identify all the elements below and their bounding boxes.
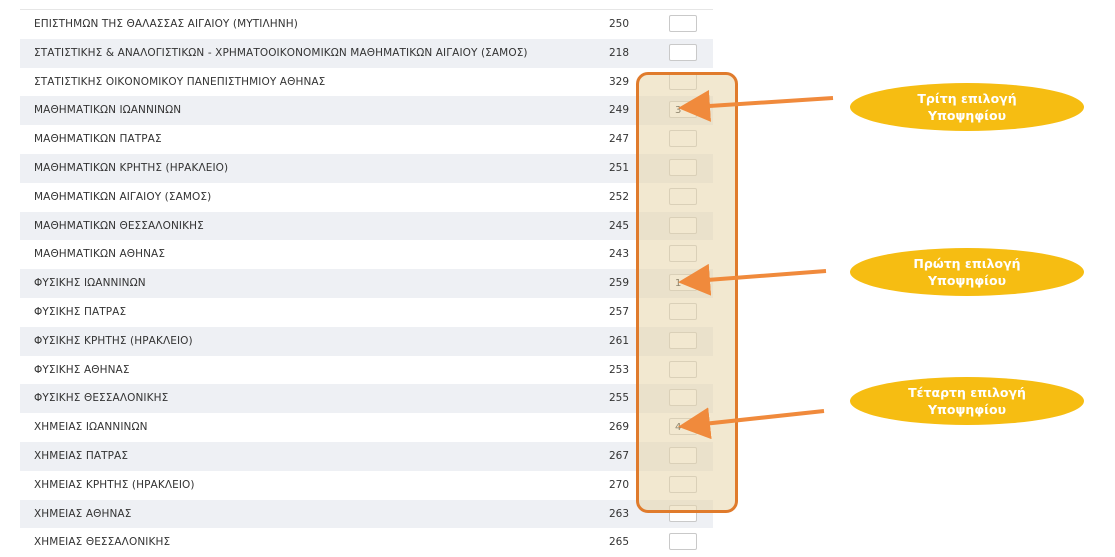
callout-first-line2: Υποψηφίου — [927, 273, 1007, 288]
callout-third-line2: Υποψηφίου — [927, 108, 1007, 123]
callout-third-line1: Τρίτη επιλογή — [917, 91, 1017, 106]
callout-fourth-choice: Τέταρτη επιλογή Υποψηφίου — [850, 377, 1084, 425]
callout-fourth-line1: Τέταρτη επιλογή — [908, 385, 1026, 400]
callout-first-choice: Πρώτη επιλογή Υποψηφίου — [850, 248, 1084, 296]
callout-third-choice: Τρίτη επιλογή Υποψηφίου — [850, 83, 1084, 131]
arrow-first-choice — [678, 263, 827, 296]
callout-first-line1: Πρώτη επιλογή — [913, 256, 1021, 271]
arrow-fourth-choice — [678, 407, 825, 440]
callout-fourth-line2: Υποψηφίου — [927, 402, 1007, 417]
arrow-third-choice — [678, 89, 834, 122]
